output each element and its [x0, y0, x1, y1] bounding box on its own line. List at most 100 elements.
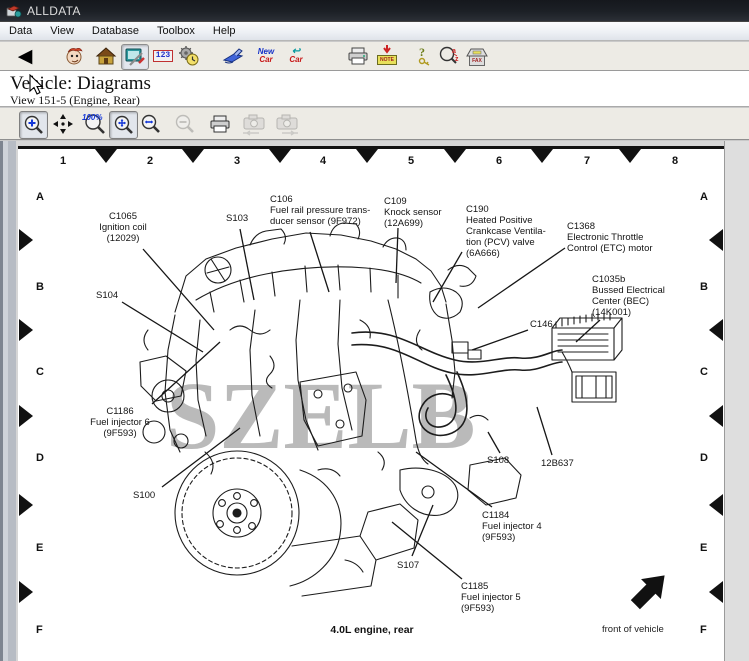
camera-previous-icon	[241, 112, 267, 136]
zoom-in-button[interactable]	[19, 111, 48, 139]
note-arrow-icon	[382, 45, 392, 54]
grid-row-d-left: D	[36, 452, 44, 464]
callout-s107: S107	[397, 560, 419, 571]
fax-button[interactable]: FAX	[464, 44, 490, 68]
grid-col-4: 4	[320, 155, 326, 167]
back-arrow-icon: ◀	[18, 47, 33, 66]
specs-123-icon: 123	[153, 50, 173, 62]
grid-col-7: 7	[584, 155, 590, 167]
callout-c106: C106 Fuel rail pressure trans- ducer sen…	[270, 194, 370, 227]
callout-c1035b: C1035b Bussed Electrical Center (BEC) (1…	[592, 274, 665, 318]
add-note-button[interactable]: NOTE	[374, 44, 400, 68]
hand-stamp-icon	[221, 46, 245, 66]
callout-12b637: 12B637	[541, 458, 574, 469]
fit-window-icon	[113, 114, 135, 136]
title-bar: ALLDATA	[0, 0, 749, 22]
page-title: Vehicle: Diagrams	[10, 73, 151, 95]
question-key-icon: ?	[417, 45, 431, 67]
diagrams-tools-icon	[124, 47, 146, 67]
fit-width-button[interactable]	[137, 111, 164, 137]
grid-row-c-left: C	[36, 366, 44, 378]
grid-row-a-right: A	[700, 191, 708, 203]
page-subtitle: View 151-5 (Engine, Rear)	[10, 93, 140, 108]
zoom-100-button[interactable]: 100%	[81, 111, 108, 137]
main-toolbar: ◀ 123	[0, 42, 749, 71]
specs-button[interactable]: 123	[150, 44, 176, 68]
markup-button[interactable]	[220, 44, 246, 68]
grid-row-f-right: F	[700, 624, 707, 636]
menu-database[interactable]: Database	[83, 23, 148, 39]
previous-image-button[interactable]	[240, 111, 267, 137]
callout-c1368: C1368 Electronic Throttle Control (ETC) …	[567, 221, 653, 254]
svg-text:a: a	[452, 48, 456, 55]
printer-icon	[209, 115, 231, 133]
help-button[interactable]: ?	[411, 44, 437, 68]
front-of-vehicle-label: front of vehicle	[602, 624, 664, 635]
zoom-out-icon	[174, 113, 196, 135]
home-button[interactable]	[93, 44, 119, 68]
grid-row-a-left: A	[36, 191, 44, 203]
viewport-right-margin	[724, 141, 749, 661]
callout-s100: S100	[133, 490, 155, 501]
pan-arrows-icon	[52, 113, 74, 135]
pan-button[interactable]	[49, 111, 76, 137]
fax-machine-icon	[465, 46, 489, 58]
window-title: ALLDATA	[27, 4, 81, 18]
callout-c1065: C1065 Ignition coil (12029)	[78, 211, 168, 244]
gears-clock-icon	[178, 45, 200, 67]
menu-bar: Data View Database Toolbox Help	[0, 22, 749, 41]
svg-text:z: z	[455, 56, 459, 63]
grid-col-6: 6	[496, 155, 502, 167]
page-header: Vehicle: Diagrams View 151-5 (Engine, Re…	[0, 71, 749, 107]
callout-c1184: C1184 Fuel injector 4 (9F593)	[482, 510, 542, 543]
menu-help[interactable]: Help	[204, 23, 245, 39]
maintenance-schedule-button[interactable]	[176, 44, 202, 68]
grid-col-2: 2	[147, 155, 153, 167]
callout-s108: S108	[487, 455, 509, 466]
diagram-caption: 4.0L engine, rear	[297, 624, 447, 636]
grid-col-3: 3	[234, 155, 240, 167]
back-button[interactable]: ◀	[12, 44, 38, 68]
callout-s103: S103	[226, 213, 248, 224]
menu-view[interactable]: View	[41, 23, 83, 39]
grid-col-5: 5	[408, 155, 414, 167]
camera-next-icon	[274, 112, 300, 136]
search-button[interactable]	[62, 44, 88, 68]
search-face-icon	[64, 45, 86, 67]
zoom-in-icon	[23, 114, 45, 136]
search-az-icon: a z	[438, 45, 462, 67]
zoom-100-label: 100%	[82, 113, 102, 122]
grid-col-1: 1	[60, 155, 66, 167]
grid-row-f-left: F	[36, 624, 43, 636]
callout-c109: C109 Knock sensor (12A699)	[384, 196, 442, 229]
grid-row-c-right: C	[700, 366, 708, 378]
search-index-button[interactable]: a z	[437, 44, 463, 68]
diagrams-button[interactable]	[121, 44, 149, 70]
grid-row-d-right: D	[700, 452, 708, 464]
grid-row-e-right: E	[700, 542, 707, 554]
home-icon	[95, 46, 117, 66]
fit-window-button[interactable]	[109, 111, 138, 139]
app-icon	[6, 4, 22, 18]
print-button[interactable]	[345, 44, 371, 68]
next-image-button[interactable]	[273, 111, 300, 137]
menu-toolbox[interactable]: Toolbox	[148, 23, 204, 39]
new-car-button[interactable]: New Car	[253, 44, 279, 68]
callout-c1185: C1185 Fuel injector 5 (9F593)	[461, 581, 521, 614]
previous-car-button[interactable]: ↩ Car	[283, 44, 309, 68]
callout-c146: C146	[530, 319, 553, 330]
grid-row-e-left: E	[36, 542, 43, 554]
print-diagram-button[interactable]	[206, 111, 233, 137]
new-car-icon: New Car	[258, 48, 274, 64]
grid-row-b-left: B	[36, 281, 44, 293]
svg-text:?: ?	[419, 45, 425, 59]
grid-row-b-right: B	[700, 281, 708, 293]
callout-s104: S104	[96, 290, 118, 301]
callout-c190: C190 Heated Positive Crankcase Ventila- …	[466, 204, 546, 259]
menu-data[interactable]: Data	[0, 23, 41, 39]
view-toolbar: 100%	[0, 107, 749, 140]
note-icon: NOTE	[377, 55, 397, 65]
zoom-out-button[interactable]	[171, 111, 198, 137]
watermark: SZELB	[166, 366, 526, 466]
previous-car-icon: ↩ Car	[289, 48, 302, 64]
